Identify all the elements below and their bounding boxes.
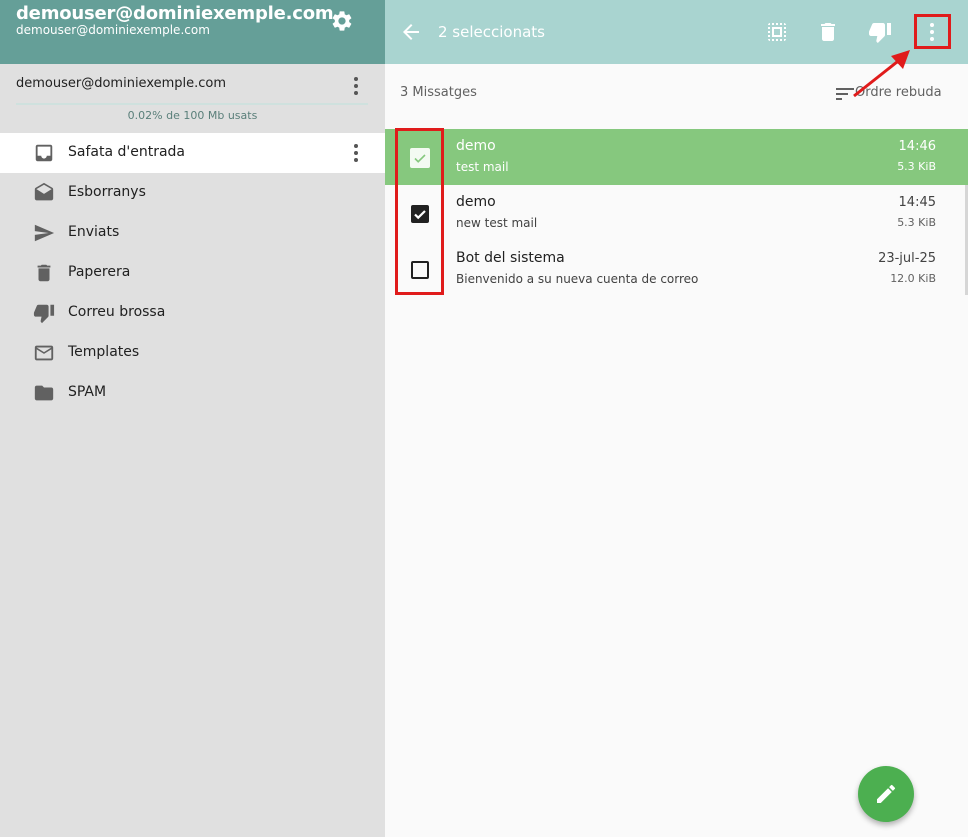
folder-label: Enviats (68, 224, 120, 240)
folder-inbox[interactable]: Safata d'entrada (0, 133, 385, 173)
folder-menu-icon[interactable] (344, 141, 368, 165)
folder-label: SPAM (68, 384, 107, 400)
folder-sent[interactable]: Enviats (0, 213, 385, 253)
message-subject: test mail (456, 160, 509, 174)
account-row[interactable]: demouser@dominiexemple.com (0, 66, 385, 104)
quota-bar (16, 103, 368, 105)
message-subject: new test mail (456, 216, 538, 230)
folder-label: Safata d'entrada (68, 144, 186, 160)
settings-gear-icon[interactable] (330, 9, 354, 33)
folder-label: Correu brossa (68, 304, 166, 320)
folder-templates[interactable]: Templates (0, 333, 385, 373)
thumbs-down-icon (33, 304, 55, 324)
account-title: demouser@dominiexemple.com (16, 3, 334, 24)
folder-label: Esborranys (68, 184, 146, 200)
message-time: 14:45 (898, 195, 936, 210)
message-size: 5.3 KiB (897, 160, 936, 173)
quota-text: 0.02% de 100 Mb usats (127, 109, 258, 122)
pencil-icon (877, 784, 896, 803)
folder-junk[interactable]: Correu brossa (0, 293, 385, 333)
mail-icon (34, 345, 54, 361)
message-row[interactable]: demo test mail 14:46 5.3 KiB (385, 129, 968, 185)
account-subtitle: demouser@dominiexemple.com (16, 23, 210, 37)
folder-drafts[interactable]: Esborranys (0, 173, 385, 213)
message-from: demo (456, 138, 496, 154)
annotation-menu-highlight (914, 14, 951, 49)
folder-label: Templates (68, 344, 140, 360)
trash-icon (37, 264, 51, 282)
folder-icon (34, 385, 54, 401)
account-email: demouser@dominiexemple.com (16, 76, 227, 91)
sidebar-header: demouser@dominiexemple.com demouser@domi… (0, 0, 385, 64)
folder-label: Paperera (68, 264, 131, 280)
message-time: 14:46 (898, 139, 936, 154)
message-row[interactable]: Bot del sistema Bienvenido a su nueva cu… (385, 241, 968, 297)
message-row[interactable]: demo new test mail 14:45 5.3 KiB (385, 185, 968, 241)
annotation-arrow-icon (853, 50, 910, 98)
compose-button[interactable] (858, 766, 914, 822)
selected-count: 2 seleccionats (438, 23, 545, 41)
send-icon (34, 224, 55, 242)
delete-icon[interactable] (816, 20, 840, 44)
message-from: Bot del sistema (456, 250, 565, 266)
message-count: 3 Missatges (400, 85, 477, 100)
select-all-icon[interactable] (765, 20, 789, 44)
back-arrow-icon[interactable] (399, 20, 423, 44)
message-size: 5.3 KiB (897, 216, 936, 229)
drafts-icon (34, 182, 54, 201)
annotation-checkbox-highlight (395, 128, 444, 295)
folder-trash[interactable]: Paperera (0, 253, 385, 293)
inbox-icon (35, 144, 53, 162)
message-time: 23-jul-25 (878, 251, 936, 266)
sidebar: demouser@dominiexemple.com demouser@domi… (0, 0, 385, 837)
folder-spam[interactable]: SPAM (0, 373, 385, 413)
junk-icon[interactable] (868, 20, 892, 44)
message-size: 12.0 KiB (890, 272, 936, 285)
message-subject: Bienvenido a su nueva cuenta de correo (456, 272, 699, 286)
account-menu-icon[interactable] (344, 74, 368, 98)
message-from: demo (456, 194, 496, 210)
